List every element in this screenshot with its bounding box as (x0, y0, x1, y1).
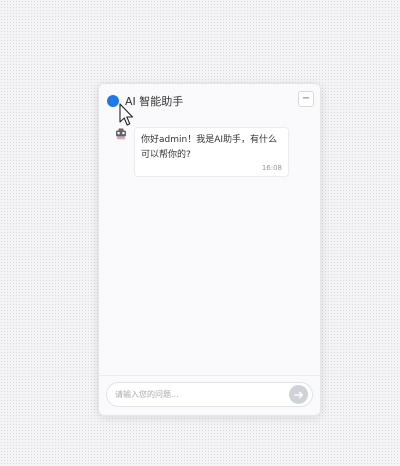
chat-window: AI 智能助手 − 你好admin！我是AI助手，有什么可以帮你的? 16:08 (98, 83, 321, 416)
send-button[interactable] (289, 385, 308, 404)
question-input[interactable] (115, 390, 289, 399)
message-bubble: 你好admin！我是AI助手，有什么可以帮你的? 16:08 (134, 127, 289, 177)
message-list: 你好admin！我是AI助手，有什么可以帮你的? 16:08 (99, 118, 320, 375)
minimize-button[interactable]: − (298, 91, 314, 107)
chat-title: AI 智能助手 (125, 95, 184, 108)
message-time: 16:08 (261, 164, 282, 172)
send-arrow-icon (293, 391, 303, 398)
input-area (99, 375, 320, 415)
assistant-message: 你好admin！我是AI助手，有什么可以帮你的? 16:08 (115, 127, 289, 177)
chat-bubble-icon (107, 95, 119, 107)
message-text: 你好admin！我是AI助手，有什么可以帮你的? (141, 135, 278, 160)
robot-icon (116, 128, 126, 140)
chat-header: AI 智能助手 − (99, 84, 320, 118)
input-box (106, 382, 313, 407)
